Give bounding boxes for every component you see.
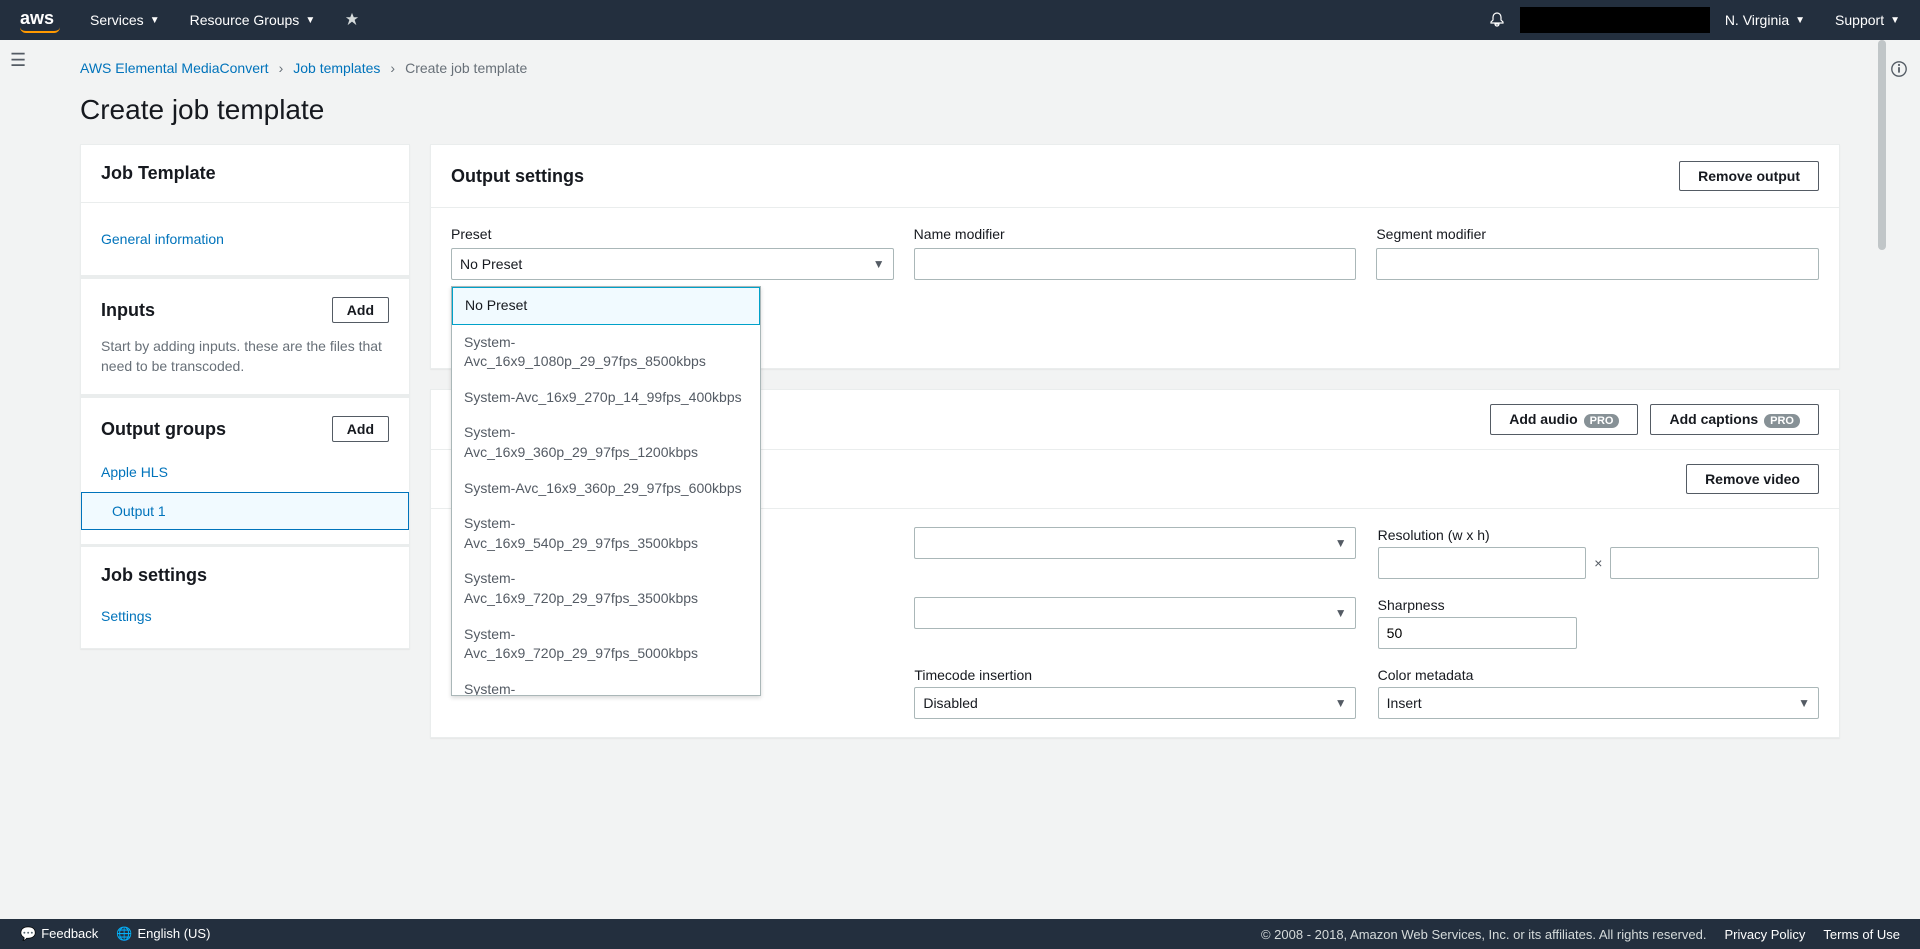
top-nav: aws Services▼ Resource Groups▼ N. Virgin…	[0, 0, 1920, 40]
globe-icon: 🌐	[116, 926, 132, 941]
job-template-sidebar: Job Template General information Inputs …	[80, 144, 410, 649]
sidebar-link-settings[interactable]: Settings	[101, 602, 389, 630]
add-audio-button[interactable]: Add audioPRO	[1490, 404, 1638, 435]
preset-option[interactable]: System-Avc_16x9_360p_29_97fps_1200kbps	[452, 415, 760, 470]
preset-selected-value: No Preset	[460, 256, 522, 272]
support-menu[interactable]: Support▼	[1835, 12, 1900, 28]
sidebar-heading-inputs: Inputs	[101, 300, 155, 321]
preset-option[interactable]: No Preset	[452, 287, 760, 325]
sidebar-heading-job-settings: Job settings	[101, 565, 389, 586]
privacy-link[interactable]: Privacy Policy	[1725, 927, 1806, 942]
sharpness-input[interactable]	[1378, 617, 1577, 649]
name-modifier-label: Name modifier	[914, 226, 1357, 242]
services-menu[interactable]: Services▼	[90, 12, 160, 28]
account-redacted	[1520, 7, 1710, 33]
output-settings-panel: Output settings Remove output Preset No …	[430, 144, 1840, 369]
pin-icon[interactable]	[345, 12, 359, 29]
add-output-group-button[interactable]: Add	[332, 416, 389, 442]
timecode-value: Disabled	[923, 695, 977, 711]
remove-video-button[interactable]: Remove video	[1686, 464, 1819, 494]
info-rail-icon[interactable]	[1890, 60, 1908, 81]
page-title: Create job template	[80, 94, 1840, 126]
resolution-width-input[interactable]	[1378, 547, 1587, 579]
sidebar-heading-job-template: Job Template	[101, 163, 389, 184]
breadcrumb: AWS Elemental MediaConvert › Job templat…	[80, 60, 1840, 76]
preset-option[interactable]: System-Avc_16x9_720p_29_97fps_6500kbps	[452, 672, 760, 696]
sidebar-heading-output-groups: Output groups	[101, 419, 226, 440]
add-captions-button[interactable]: Add captionsPRO	[1650, 404, 1819, 435]
breadcrumb-root[interactable]: AWS Elemental MediaConvert	[80, 60, 269, 76]
color-metadata-label: Color metadata	[1378, 667, 1819, 683]
preset-option[interactable]: System-Avc_16x9_270p_14_99fps_400kbps	[452, 380, 760, 416]
preset-dropdown[interactable]: No PresetSystem-Avc_16x9_1080p_29_97fps_…	[451, 286, 761, 696]
breadcrumb-current: Create job template	[405, 60, 527, 76]
name-modifier-input[interactable]	[914, 248, 1357, 280]
language-link[interactable]: 🌐English (US)	[116, 926, 210, 942]
sidebar-item-output-1[interactable]: Output 1	[81, 492, 409, 530]
aws-logo[interactable]: aws	[20, 8, 60, 33]
color-metadata-value: Insert	[1387, 695, 1422, 711]
timecode-insertion-select[interactable]: Disabled ▼	[914, 687, 1355, 719]
add-input-button[interactable]: Add	[332, 297, 389, 323]
terms-link[interactable]: Terms of Use	[1823, 927, 1900, 942]
preset-option[interactable]: System-Avc_16x9_720p_29_97fps_5000kbps	[452, 617, 760, 672]
caret-down-icon: ▼	[1335, 536, 1347, 550]
timecode-insertion-label: Timecode insertion	[914, 667, 1355, 683]
unknown-select-2[interactable]: ▼	[914, 597, 1355, 629]
resolution-label: Resolution (w x h)	[1378, 527, 1819, 543]
sharpness-label: Sharpness	[1378, 597, 1819, 613]
color-metadata-select[interactable]: Insert ▼	[1378, 687, 1819, 719]
resolution-height-input[interactable]	[1610, 547, 1819, 579]
footer-bar: 💬Feedback 🌐English (US) © 2008 - 2018, A…	[0, 919, 1920, 949]
copyright-text: © 2008 - 2018, Amazon Web Services, Inc.…	[1261, 927, 1707, 942]
output-settings-title: Output settings	[451, 166, 584, 187]
remove-output-button[interactable]: Remove output	[1679, 161, 1819, 191]
caret-down-icon: ▼	[1798, 696, 1810, 710]
inputs-helper-text: Start by adding inputs. these are the fi…	[101, 337, 389, 376]
preset-option[interactable]: System-Avc_16x9_720p_29_97fps_3500kbps	[452, 561, 760, 616]
preset-option[interactable]: System-Avc_16x9_360p_29_97fps_600kbps	[452, 471, 760, 507]
segment-modifier-label: Segment modifier	[1376, 226, 1819, 242]
caret-down-icon: ▼	[1335, 696, 1347, 710]
preset-option[interactable]: System-Avc_16x9_1080p_29_97fps_8500kbps	[452, 325, 760, 380]
bell-icon[interactable]	[1489, 11, 1505, 30]
preset-label: Preset	[451, 226, 894, 242]
chevron-right-icon: ›	[390, 60, 395, 76]
breadcrumb-templates[interactable]: Job templates	[293, 60, 380, 76]
sidebar-link-general-info[interactable]: General information	[101, 225, 389, 253]
main-content: AWS Elemental MediaConvert › Job templat…	[40, 40, 1880, 919]
region-menu[interactable]: N. Virginia▼	[1725, 12, 1805, 28]
pro-badge: PRO	[1764, 414, 1800, 428]
resource-groups-menu[interactable]: Resource Groups▼	[190, 12, 316, 28]
chat-bubble-icon: 💬	[20, 926, 36, 941]
caret-down-icon: ▼	[873, 257, 885, 271]
chevron-right-icon: ›	[279, 60, 284, 76]
preset-option[interactable]: System-Avc_16x9_540p_29_97fps_3500kbps	[452, 506, 760, 561]
hamburger-icon[interactable]: ☰	[10, 50, 26, 71]
caret-down-icon: ▼	[1335, 606, 1347, 620]
feedback-link[interactable]: 💬Feedback	[20, 926, 98, 942]
times-icon: ×	[1594, 555, 1602, 571]
unknown-select-1[interactable]: ▼	[914, 527, 1355, 559]
segment-modifier-input[interactable]	[1376, 248, 1819, 280]
sidebar-link-apple-hls[interactable]: Apple HLS	[101, 456, 389, 484]
preset-select[interactable]: No Preset ▼	[451, 248, 894, 280]
pro-badge: PRO	[1584, 414, 1620, 428]
